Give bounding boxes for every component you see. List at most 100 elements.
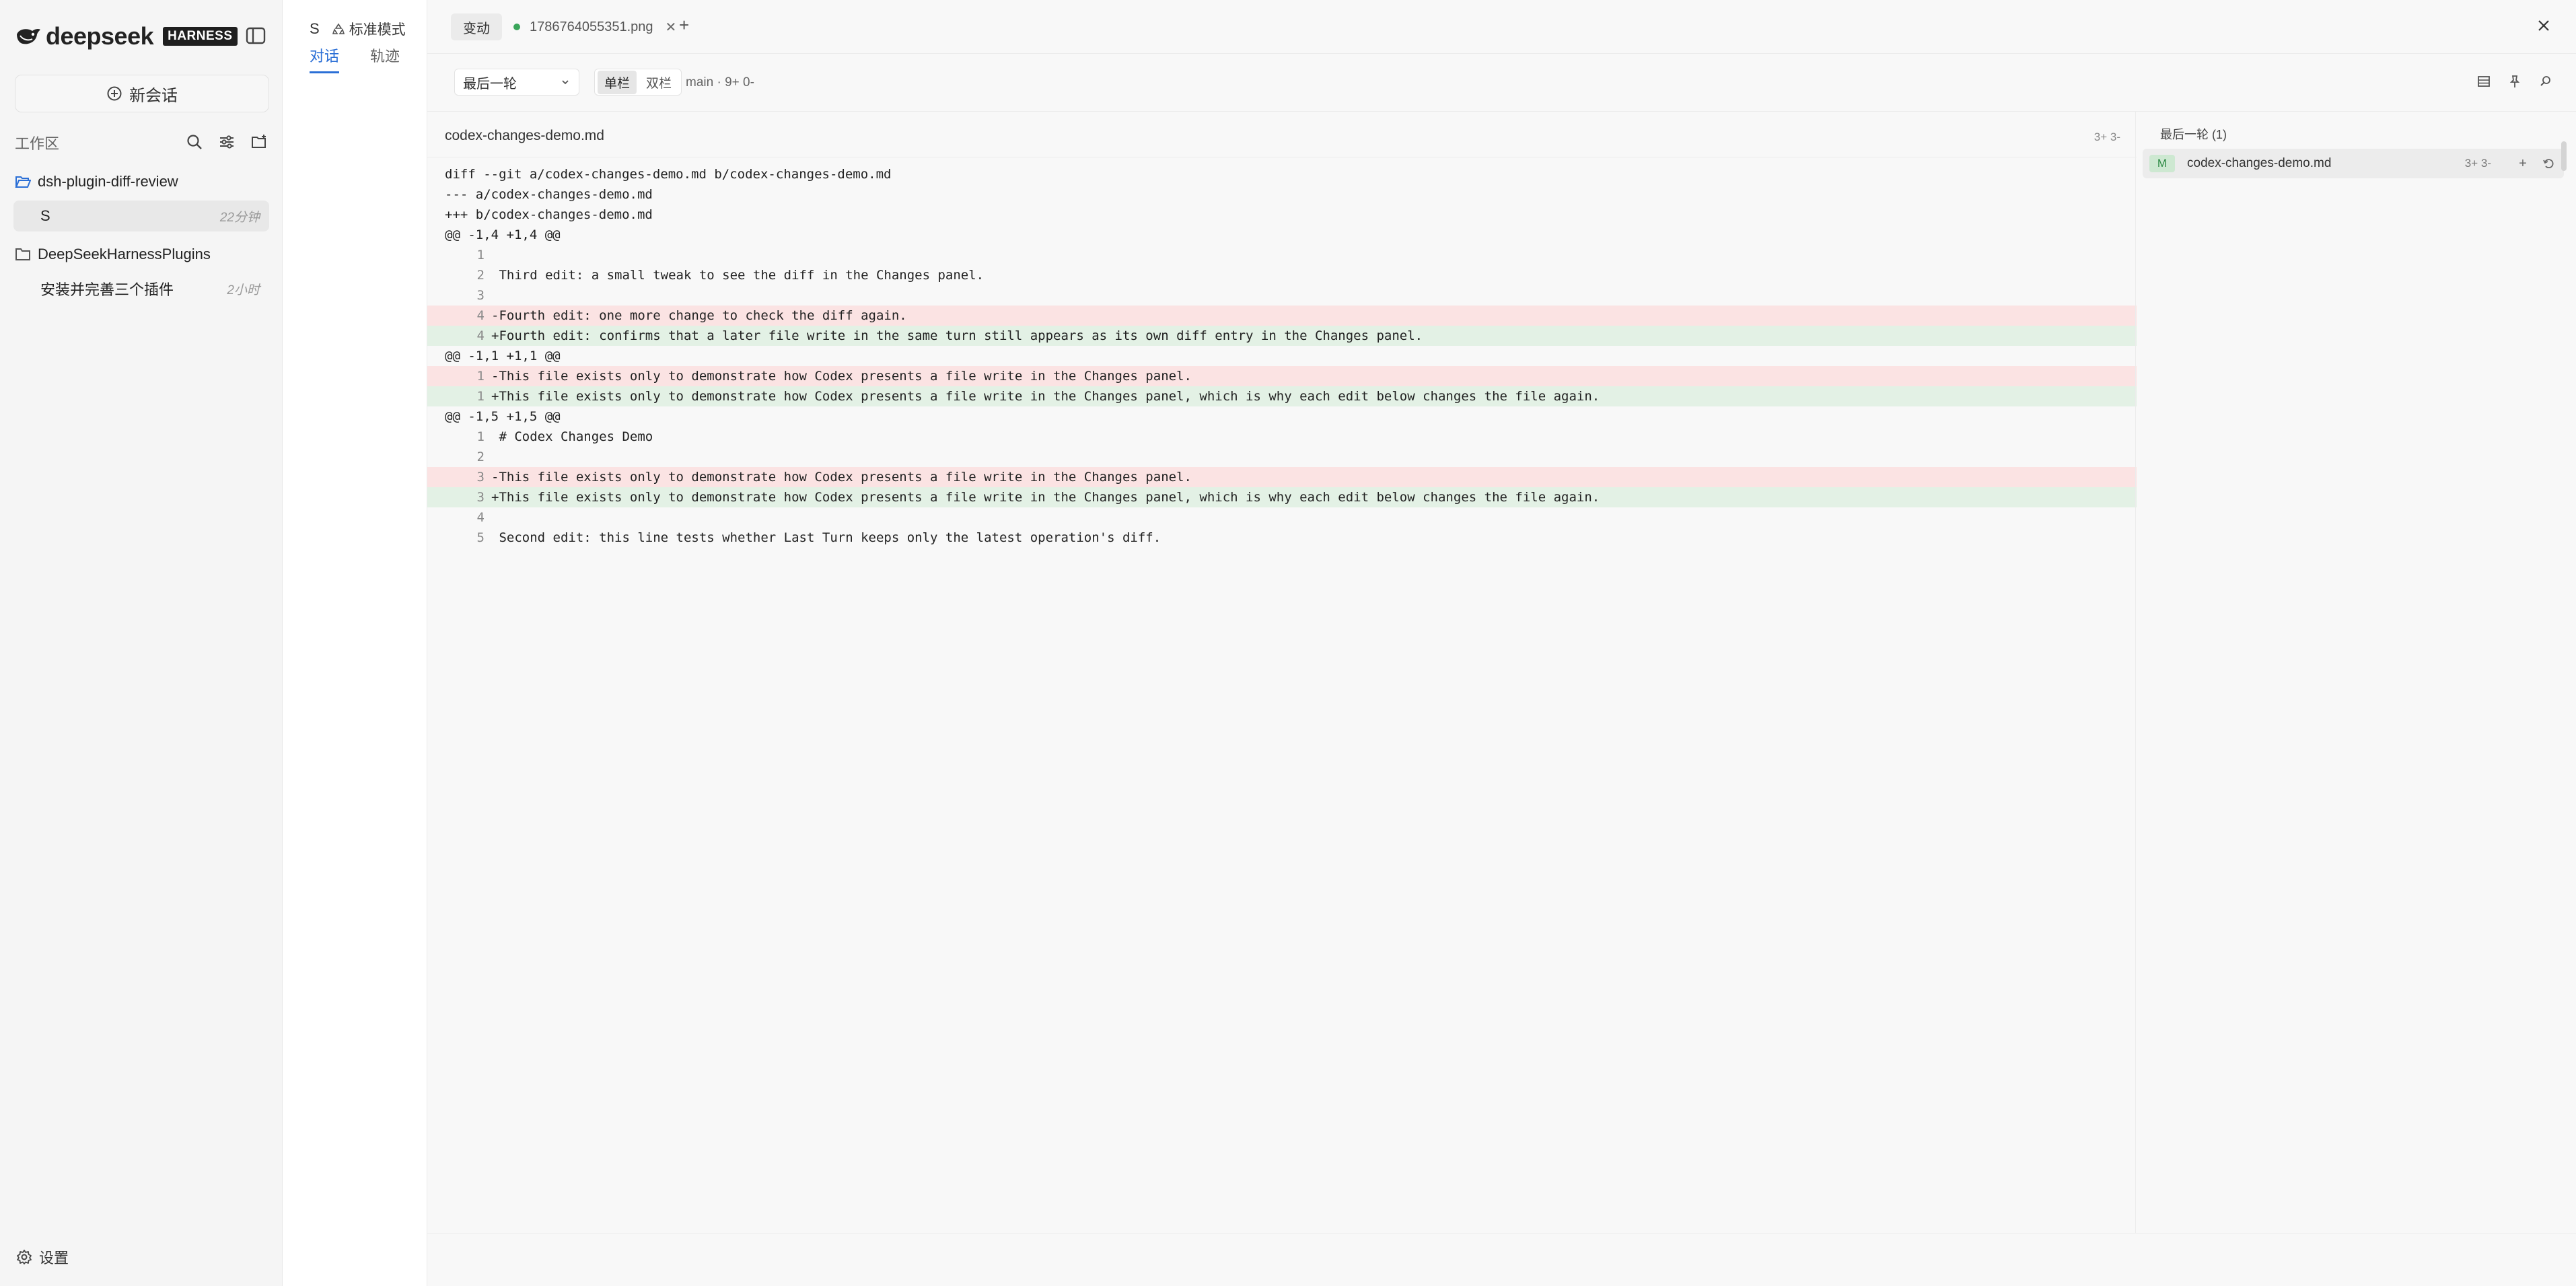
settings-label: 设置 xyxy=(39,1250,69,1266)
filter-icon[interactable] xyxy=(217,132,237,152)
diff-line-meta: @@ -1,5 +1,5 @@ xyxy=(427,406,2137,427)
mode-selector[interactable]: 标准模式 xyxy=(332,19,406,39)
bottom-bar xyxy=(427,1233,2576,1286)
revert-icon[interactable] xyxy=(2540,157,2557,170)
changed-file-name: codex-changes-demo.md xyxy=(2187,156,2332,170)
line-code: @@ -1,1 +1,1 @@ xyxy=(445,349,561,363)
workspace-tools xyxy=(184,132,269,152)
project-name: DeepSeekHarnessPlugins xyxy=(38,246,211,262)
diff-line-meta: +++ b/codex-changes-demo.md xyxy=(427,205,2137,225)
line-number: 2 xyxy=(476,450,485,464)
diff-stats: 3+ 3- xyxy=(2094,131,2120,143)
line-code: Second edit: this line tests whether Las… xyxy=(491,530,1161,545)
diff-line-ctx: 2 xyxy=(427,447,2137,467)
session-name: S xyxy=(40,207,50,224)
whale-logo-icon xyxy=(15,25,42,48)
logo: deepseek HARNESS xyxy=(15,22,238,50)
conversation-pane: S 标准模式 对话 轨迹 xyxy=(283,0,427,1286)
search-icon[interactable] xyxy=(184,132,205,152)
chevron-down-icon xyxy=(560,77,571,87)
recycle-icon xyxy=(332,22,349,36)
close-icon[interactable] xyxy=(2533,15,2554,36)
line-code: Third edit: a small tweak to see the dif… xyxy=(491,268,985,283)
line-code: +++ b/codex-changes-demo.md xyxy=(445,207,653,222)
branch-status: main · 9+ 0- xyxy=(686,75,754,90)
diff-line-del: 1 -This file exists only to demonstrate h… xyxy=(427,366,2137,386)
line-number: 4 xyxy=(476,328,485,343)
view-mode-toggle: 单栏 双栏 xyxy=(594,69,682,96)
workspace-header: 工作区 xyxy=(15,129,269,156)
file-status-dot xyxy=(513,24,520,30)
line-number: 1 xyxy=(476,369,485,384)
diff-line-meta: diff --git a/codex-changes-demo.md b/cod… xyxy=(427,164,2137,184)
diff-line-add: 3 +This file exists only to demonstrate h… xyxy=(427,487,2137,507)
close-icon[interactable]: ✕ xyxy=(666,19,677,36)
conversation-name: S xyxy=(310,20,320,37)
line-code: +This file exists only to demonstrate ho… xyxy=(491,389,1600,404)
mode-label: 标准模式 xyxy=(349,22,406,38)
diff-line-add: 4 +Fourth edit: confirms that a later fil… xyxy=(427,326,2137,346)
tab-changes[interactable]: 变动 xyxy=(451,13,502,40)
view-unified-button[interactable]: 单栏 xyxy=(598,70,637,94)
tab-file[interactable]: 1786764055351.png ✕ xyxy=(513,13,676,40)
diff-line-meta: @@ -1,4 +1,4 @@ xyxy=(427,225,2137,245)
diff-line-meta: --- a/codex-changes-demo.md xyxy=(427,184,2137,205)
table-icon[interactable] xyxy=(2474,71,2494,92)
project-folder[interactable]: dsh-plugin-diff-review xyxy=(15,167,178,197)
diff-line-meta: @@ -1,1 +1,1 @@ xyxy=(427,346,2137,366)
diff-line-add: 1 +This file exists only to demonstrate h… xyxy=(427,386,2137,406)
plus-circle-icon xyxy=(106,85,129,102)
plus-icon[interactable]: + xyxy=(2514,156,2532,172)
tab-trajectory[interactable]: 轨迹 xyxy=(370,44,400,73)
tab-file-name: 1786764055351.png xyxy=(530,19,653,34)
plus-icon[interactable]: + xyxy=(679,15,689,36)
harness-badge: HARNESS xyxy=(163,27,238,46)
workspace-label: 工作区 xyxy=(15,135,60,152)
search-icon[interactable] xyxy=(2536,71,2556,92)
project-folder[interactable]: DeepSeekHarnessPlugins xyxy=(15,240,211,269)
sidebar-toggle-icon[interactable] xyxy=(245,26,266,46)
session-time: 2小时 xyxy=(227,283,260,297)
changes-panel: 最后一轮 (1) M codex-changes-demo.md 3+ 3- + xyxy=(2136,112,2576,1233)
session-time: 22分钟 xyxy=(219,210,260,225)
new-chat-button[interactable]: 新会话 xyxy=(15,75,269,112)
tab-chat[interactable]: 对话 xyxy=(310,44,340,73)
project-name: dsh-plugin-diff-review xyxy=(38,173,178,190)
line-number: 3 xyxy=(476,288,485,303)
folder-icon xyxy=(15,247,38,262)
diff-line-del: 4 -Fourth edit: one more change to check … xyxy=(427,306,2137,326)
conversation-header: S 标准模式 xyxy=(310,19,406,39)
line-code: -This file exists only to demonstrate ho… xyxy=(491,470,1192,485)
line-number: 4 xyxy=(476,308,485,323)
line-code: # Codex Changes Demo xyxy=(491,429,653,444)
new-folder-icon[interactable] xyxy=(249,132,269,152)
changed-file-stats: 3+ 3- xyxy=(2464,157,2491,170)
diff-line-ctx: 3 xyxy=(427,285,2137,306)
line-code: -Fourth edit: one more change to check t… xyxy=(491,308,907,323)
settings-button[interactable]: 设置 xyxy=(16,1246,69,1268)
line-code: diff --git a/codex-changes-demo.md b/cod… xyxy=(445,167,892,182)
line-number: 3 xyxy=(476,470,485,485)
line-number: 4 xyxy=(476,510,485,525)
turn-select[interactable]: 最后一轮 xyxy=(454,69,579,96)
session-item[interactable]: S 22分钟 xyxy=(13,201,269,231)
main-pane: 变动 1786764055351.png ✕ + 最后一轮 单栏 双栏 main… xyxy=(427,0,2576,1286)
diff-line-ctx: 1 xyxy=(427,245,2137,265)
changed-file-item[interactable]: M codex-changes-demo.md 3+ 3- + xyxy=(2143,149,2564,178)
diff-file-header: codex-changes-demo.md 3+ 3- xyxy=(427,112,2137,157)
session-name: 安装并完善三个插件 xyxy=(40,281,174,298)
diff-line-ctx: 5 Second edit: this line tests whether L… xyxy=(427,528,2137,548)
diff-view: diff --git a/codex-changes-demo.md b/cod… xyxy=(427,164,2137,548)
session-item[interactable]: 安装并完善三个插件 2小时 xyxy=(13,273,269,304)
toolbar-actions xyxy=(2474,71,2556,92)
line-number: 1 xyxy=(476,248,485,262)
diff-line-ctx: 2 Third edit: a small tweak to see the d… xyxy=(427,265,2137,285)
diff-file-name: codex-changes-demo.md xyxy=(445,128,604,143)
turn-select-value: 最后一轮 xyxy=(463,76,517,92)
pin-icon[interactable] xyxy=(2505,71,2525,92)
view-split-button[interactable]: 双栏 xyxy=(639,71,678,94)
scrollbar[interactable] xyxy=(2561,141,2567,171)
